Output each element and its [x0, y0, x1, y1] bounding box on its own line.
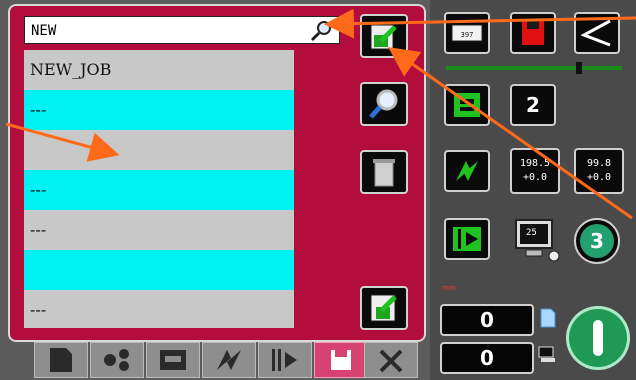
tab-tools[interactable]	[364, 342, 418, 378]
tool-number-button[interactable]: 3	[574, 218, 620, 264]
list-item[interactable]: ---	[24, 170, 294, 210]
angle-button[interactable]	[574, 12, 620, 54]
speed-button[interactable]: 2	[510, 84, 556, 126]
memory-button[interactable]	[510, 12, 556, 54]
save-icon	[370, 294, 397, 322]
feed-icon	[454, 93, 480, 117]
find-button[interactable]	[360, 82, 408, 126]
layout-icon	[160, 350, 186, 370]
search-icon[interactable]	[309, 19, 335, 43]
tab-settings-flow[interactable]	[90, 342, 144, 378]
readout-button-2[interactable]: 99.8 +0.0	[574, 148, 624, 194]
svg-text:397: 397	[461, 31, 474, 39]
search-box[interactable]	[24, 16, 340, 44]
swap-arrows-icon	[456, 161, 478, 181]
save-job-button[interactable]	[360, 286, 408, 330]
power-icon	[593, 320, 603, 356]
angle-icon	[580, 19, 611, 47]
transfer-arrows-icon	[217, 350, 241, 370]
list-item[interactable]: NEW_JOB	[24, 50, 294, 90]
slider-thumb[interactable]	[576, 62, 582, 74]
magnifier-icon	[369, 89, 398, 119]
speed-value: 2	[526, 93, 540, 117]
counter-2: 0	[440, 342, 534, 374]
readout-2: 99.8 +0.0	[587, 157, 611, 185]
list-item[interactable]: ---	[24, 290, 294, 328]
align-icon	[453, 227, 481, 251]
start-button[interactable]	[566, 306, 630, 370]
measure-button[interactable]: 397	[444, 12, 490, 54]
align-button[interactable]	[444, 218, 490, 260]
search-input[interactable]	[29, 19, 303, 43]
tool-number: 3	[580, 224, 614, 258]
list-item[interactable]	[24, 250, 294, 290]
tab-layout[interactable]	[146, 342, 200, 378]
tab-align[interactable]	[258, 342, 312, 378]
counter-1: 0	[440, 304, 534, 336]
slider-track[interactable]	[446, 66, 622, 70]
floppy-icon	[331, 350, 351, 370]
job-list[interactable]: NEW_JOB --- --- --- ---	[24, 50, 294, 328]
tools-icon	[379, 349, 403, 373]
tab-bar	[12, 342, 418, 378]
list-item[interactable]: ---	[24, 210, 294, 250]
unit-label: mm	[442, 284, 456, 292]
readout-1-bottom: +0.0	[522, 172, 548, 183]
readout-2-top: 99.8	[586, 158, 612, 169]
tab-document[interactable]	[34, 342, 88, 378]
tab-save[interactable]	[314, 342, 368, 378]
screen-count-icon	[538, 346, 556, 364]
screen-button[interactable]: 25	[510, 216, 564, 266]
align-left-icon	[272, 349, 297, 371]
ruler-icon: 397	[451, 24, 483, 42]
folder-open-icon	[370, 24, 397, 50]
swap-button[interactable]	[444, 150, 490, 192]
readout-1-top: 198.5	[519, 158, 551, 169]
readout-2-bottom: +0.0	[586, 172, 612, 183]
nodes-icon	[104, 349, 129, 371]
trash-icon	[373, 159, 395, 187]
readout-button-1[interactable]: 198.5 +0.0	[510, 148, 560, 194]
feed-button[interactable]	[444, 84, 490, 126]
monitor-icon	[515, 219, 560, 262]
document-icon	[50, 348, 72, 372]
red-floppy-icon	[522, 21, 544, 45]
readout-1: 198.5 +0.0	[520, 157, 550, 185]
screen-value: 25	[526, 228, 537, 238]
list-item[interactable]	[24, 130, 294, 170]
document-count-icon	[540, 308, 556, 328]
list-item[interactable]: ---	[24, 90, 294, 130]
delete-button[interactable]	[360, 150, 408, 194]
tab-transfer[interactable]	[202, 342, 256, 378]
open-job-button[interactable]	[360, 14, 408, 58]
